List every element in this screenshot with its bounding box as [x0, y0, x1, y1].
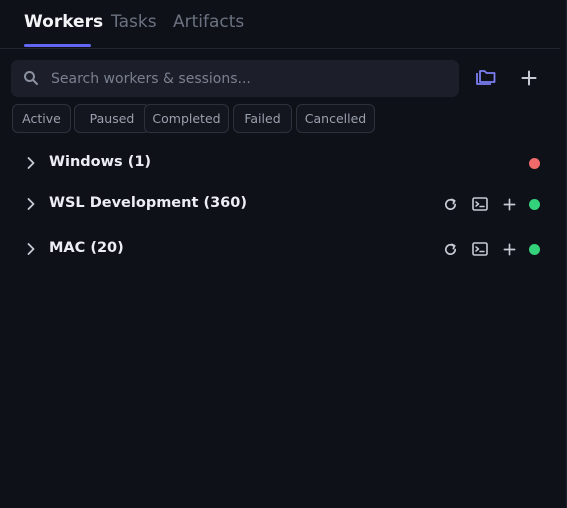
add-worker-button[interactable]	[518, 67, 540, 89]
filter-failed-chip[interactable]: Failed	[233, 104, 292, 133]
new-session-button[interactable]	[500, 195, 518, 213]
status-online-dot	[529, 244, 540, 255]
worker-row-mac[interactable]: MAC (20)	[0, 235, 560, 265]
refresh-button[interactable]	[441, 195, 459, 213]
chevron-right-icon[interactable]	[24, 242, 38, 256]
plus-icon	[521, 70, 537, 86]
tab-workers[interactable]: Workers	[24, 12, 103, 32]
plus-icon	[503, 198, 515, 210]
refresh-icon	[444, 243, 456, 255]
search-box	[11, 60, 459, 97]
worker-name: Windows (1)	[49, 154, 152, 170]
tab-tasks[interactable]: Tasks	[111, 12, 157, 32]
status-online-dot	[529, 199, 540, 210]
terminal-icon	[472, 197, 488, 211]
search-input[interactable]	[51, 60, 451, 97]
folder-stack-icon	[476, 70, 496, 85]
refresh-icon	[444, 198, 456, 210]
chevron-right-icon[interactable]	[24, 156, 38, 170]
tab-artifacts[interactable]: Artifacts	[173, 12, 244, 32]
new-session-button[interactable]	[500, 240, 518, 258]
plus-icon	[503, 243, 515, 255]
workers-panel: Workers Tasks Artifacts Active Paused Co…	[0, 0, 567, 508]
active-tab-indicator	[24, 44, 91, 47]
open-folder-button[interactable]	[474, 66, 498, 90]
status-offline-dot	[529, 158, 540, 169]
search-icon	[24, 71, 38, 85]
open-terminal-button[interactable]	[471, 240, 489, 258]
worker-name: WSL Development (360)	[49, 195, 247, 211]
terminal-icon	[472, 242, 488, 256]
filter-paused-chip[interactable]: Paused	[74, 104, 150, 133]
worker-name: MAC (20)	[49, 240, 124, 256]
open-terminal-button[interactable]	[471, 195, 489, 213]
tab-bar: Workers Tasks Artifacts	[0, 0, 560, 49]
filter-active-chip[interactable]: Active	[12, 104, 71, 133]
worker-row-windows[interactable]: Windows (1)	[0, 149, 560, 179]
chevron-right-icon[interactable]	[24, 197, 38, 211]
filter-completed-chip[interactable]: Completed	[144, 104, 229, 133]
worker-row-wsl-development[interactable]: WSL Development (360)	[0, 190, 560, 220]
filter-cancelled-chip[interactable]: Cancelled	[296, 104, 375, 133]
refresh-button[interactable]	[441, 240, 459, 258]
